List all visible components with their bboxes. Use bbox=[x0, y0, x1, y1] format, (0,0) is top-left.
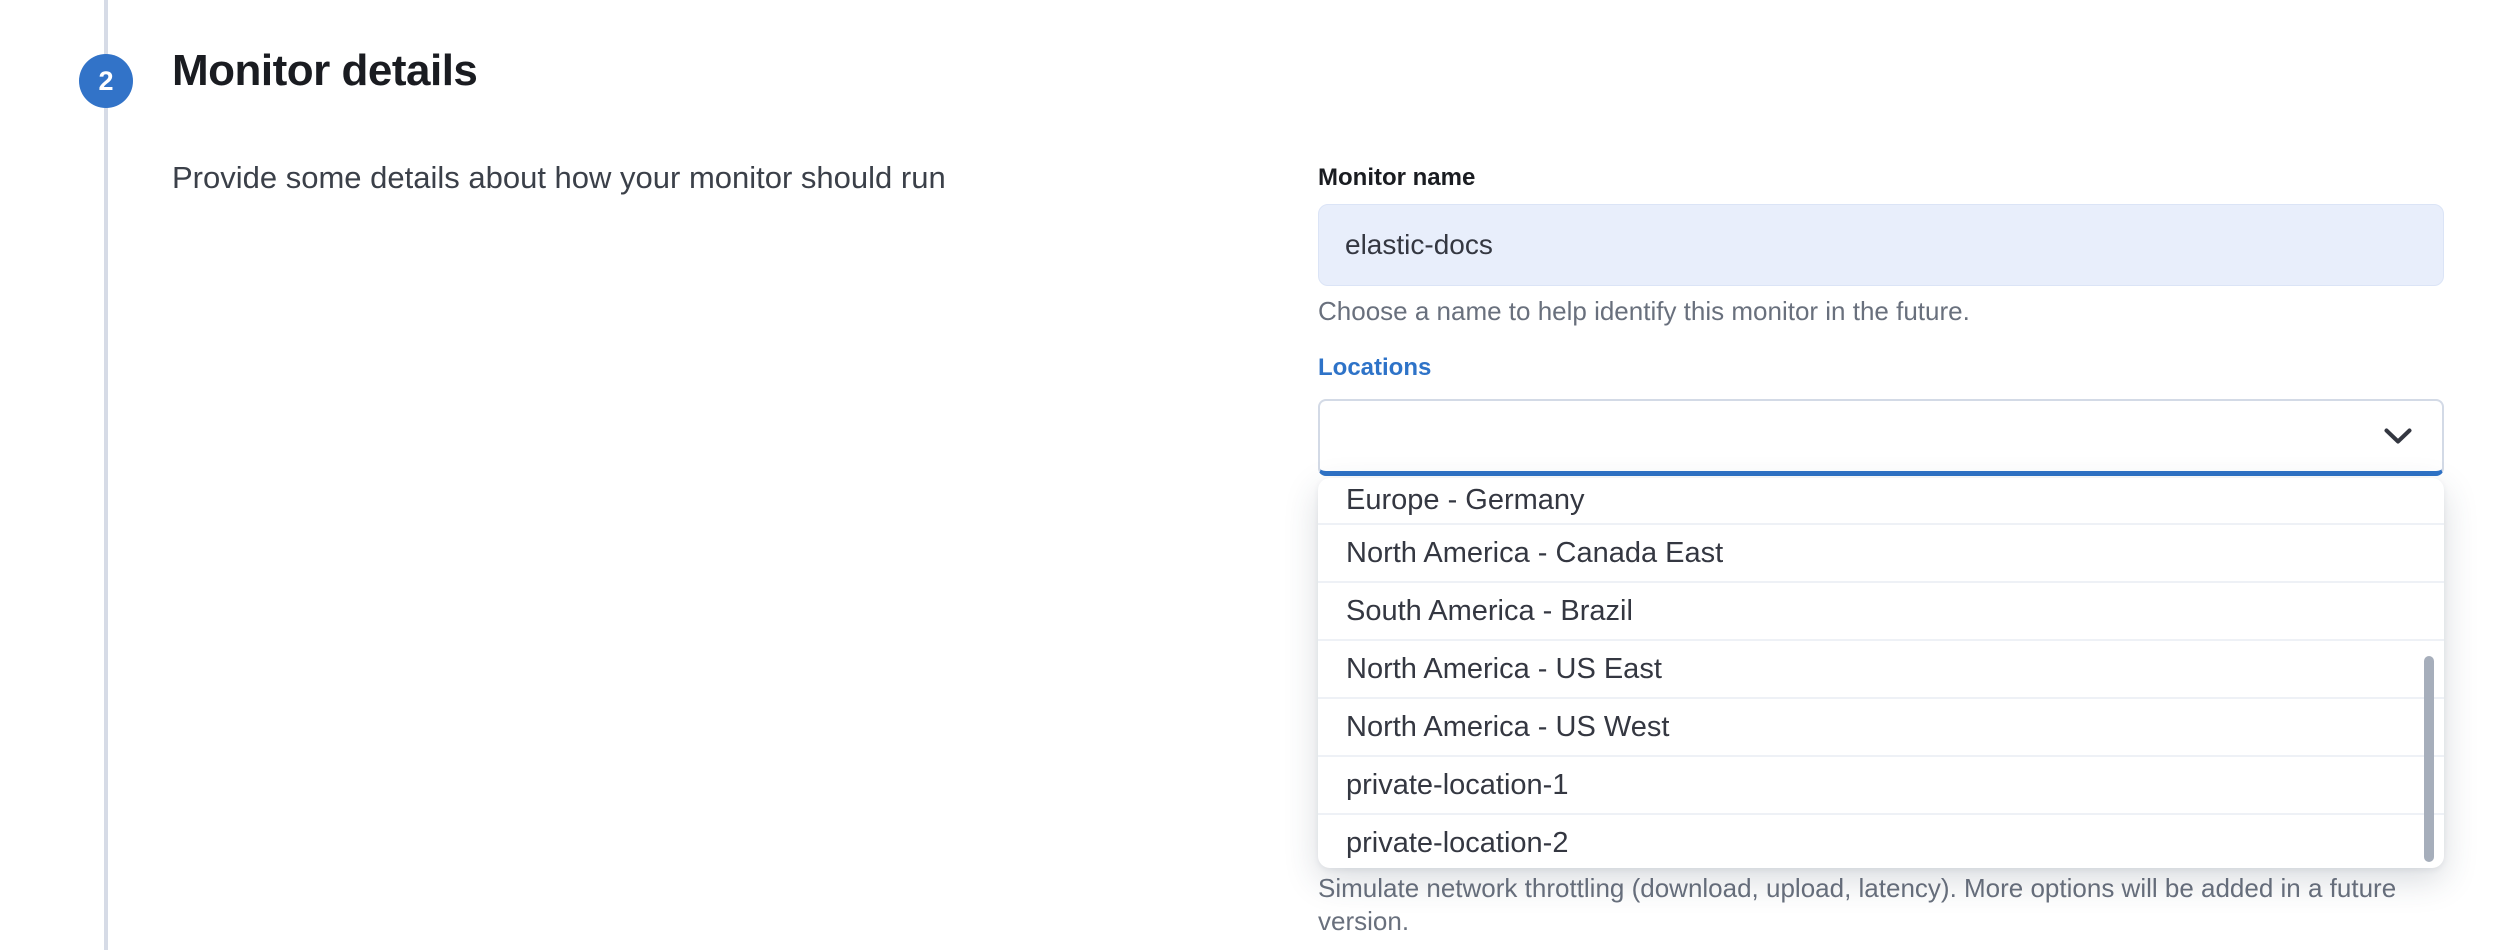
locations-label: Locations bbox=[1318, 354, 1431, 382]
monitor-create-page: 2 Monitor details Provide some details a… bbox=[0, 0, 2520, 950]
step-description: Provide some details about how your moni… bbox=[172, 156, 1072, 199]
monitor-name-label: Monitor name bbox=[1318, 164, 1475, 192]
step-number-badge: 2 bbox=[79, 54, 133, 108]
location-option[interactable]: private-location-1 bbox=[1318, 757, 2444, 815]
locations-combobox[interactable] bbox=[1318, 399, 2444, 476]
monitor-name-value: elastic-docs bbox=[1345, 229, 1493, 261]
dropdown-scrollbar[interactable] bbox=[2424, 656, 2434, 862]
monitor-name-help: Choose a name to help identify this moni… bbox=[1318, 296, 2444, 327]
chevron-down-icon bbox=[2384, 428, 2412, 445]
step-title: Monitor details bbox=[172, 46, 477, 96]
location-option[interactable]: Europe - Germany bbox=[1318, 478, 2444, 525]
step-connector-line bbox=[104, 0, 108, 950]
network-throttling-help: Simulate network throttling (download, u… bbox=[1318, 872, 2444, 938]
location-option[interactable]: North America - Canada East bbox=[1318, 525, 2444, 583]
monitor-name-input[interactable]: elastic-docs bbox=[1318, 204, 2444, 286]
location-option[interactable]: South America - Brazil bbox=[1318, 583, 2444, 641]
location-option[interactable]: North America - US West bbox=[1318, 699, 2444, 757]
location-option[interactable]: North America - US East bbox=[1318, 641, 2444, 699]
step-number: 2 bbox=[98, 66, 113, 97]
location-option[interactable]: private-location-2 bbox=[1318, 815, 2444, 868]
locations-dropdown: Europe - Germany North America - Canada … bbox=[1318, 478, 2444, 868]
